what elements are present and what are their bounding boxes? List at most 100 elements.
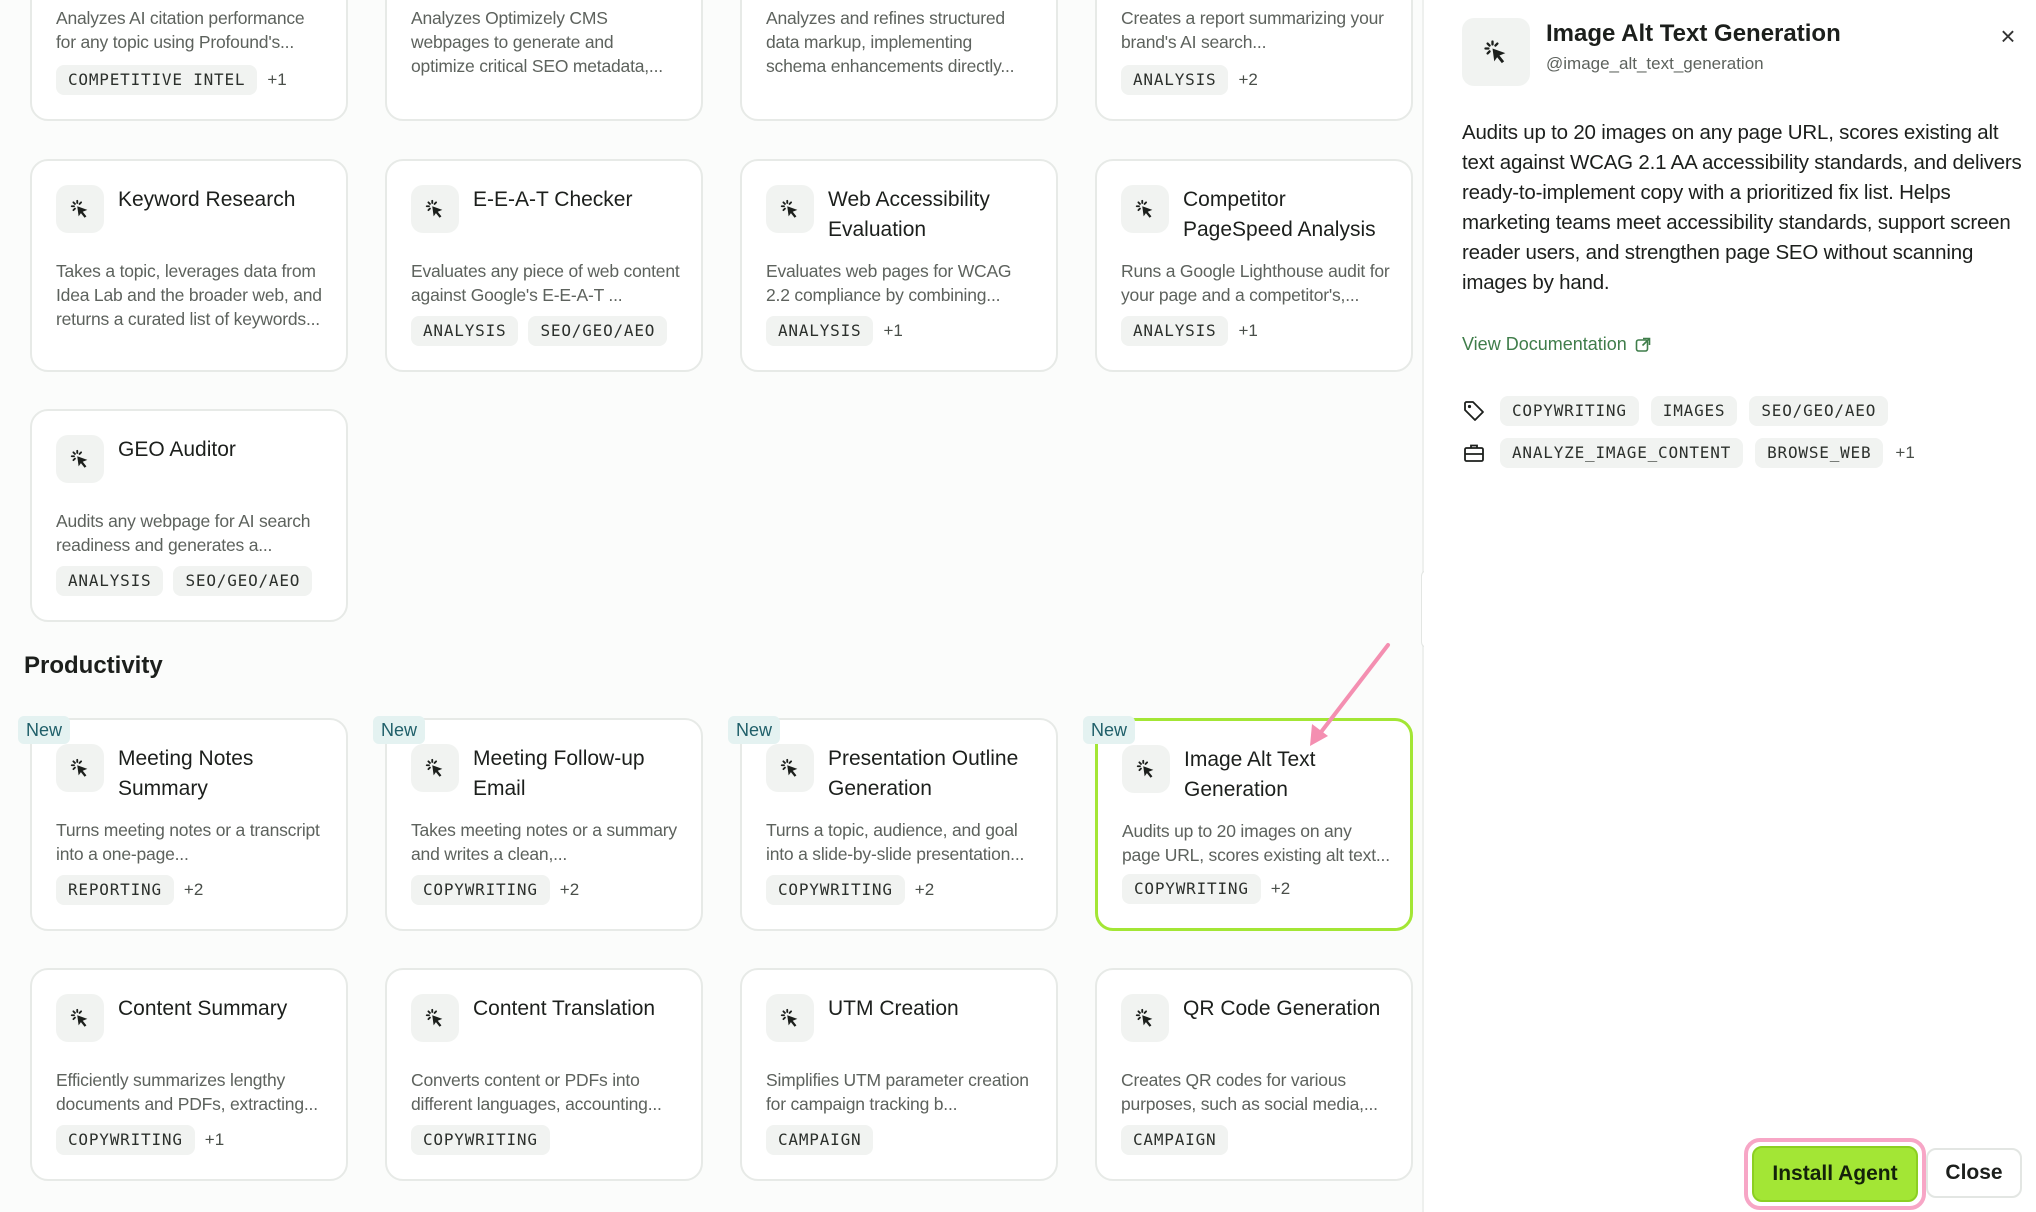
- card-description: Converts content or PDFs into different …: [411, 1070, 662, 1114]
- card-title: E-E-A-T Checker: [473, 188, 633, 211]
- tag: ANALYSIS: [1121, 65, 1229, 95]
- card-title: Content Summary: [118, 997, 288, 1020]
- agent-card[interactable]: Creates a report summarizing your brand'…: [1095, 0, 1413, 121]
- card-tags: COPYWRITING: [411, 1125, 550, 1155]
- agent-card-web-accessibility[interactable]: Web Accessibility Evaluation Evaluates w…: [740, 159, 1058, 372]
- tag: ANALYSIS: [56, 566, 164, 596]
- more-tags-count: +1: [267, 70, 287, 89]
- install-agent-button[interactable]: Install Agent: [1752, 1146, 1918, 1202]
- new-badge: New: [18, 716, 71, 744]
- panel-title: Image Alt Text Generation: [1546, 20, 1841, 47]
- card-title: Meeting Notes Summary: [118, 747, 254, 800]
- card-tags: ANALYSIS +2: [1121, 65, 1258, 95]
- card-tags: COPYWRITING +1: [56, 1125, 224, 1155]
- card-description: Audits any webpage for AI search readine…: [56, 511, 311, 555]
- close-button[interactable]: Close: [1926, 1148, 2022, 1198]
- panel-tools-row: ANALYZE_IMAGE_CONTENT BROWSE_WEB +1: [1462, 438, 1915, 468]
- card-description: Takes meeting notes or a summary and wri…: [411, 820, 677, 864]
- sparkle-cursor-icon: [1462, 18, 1530, 86]
- tag: COPYWRITING: [1500, 396, 1639, 426]
- external-link-icon: [1635, 337, 1651, 352]
- card-title: QR Code Generation: [1183, 997, 1381, 1020]
- tool-tag: BROWSE_WEB: [1755, 438, 1884, 468]
- more-tags-count: +1: [883, 321, 903, 340]
- card-title: Content Translation: [473, 997, 656, 1020]
- agent-card[interactable]: Analyzes and refines structured data mar…: [740, 0, 1058, 121]
- tag: ANALYSIS: [1121, 316, 1229, 346]
- tag: CAMPAIGN: [1121, 1125, 1229, 1155]
- card-description: Simplifies UTM parameter creation for ca…: [766, 1070, 1029, 1114]
- card-title: Meeting Follow-up Email: [473, 747, 645, 800]
- agent-card-presentation-outline[interactable]: Presentation Outline Generation Turns a …: [740, 718, 1058, 931]
- card-tags: CAMPAIGN: [1121, 1125, 1229, 1155]
- tag: ANALYSIS: [411, 316, 519, 346]
- agent-card-keyword-research[interactable]: Keyword Research Takes a topic, leverage…: [30, 159, 348, 372]
- card-tags: ANALYSIS +1: [1121, 316, 1258, 346]
- agent-card-geo-auditor[interactable]: GEO Auditor Audits any webpage for AI se…: [30, 409, 348, 622]
- more-tags-count: +2: [1270, 879, 1291, 898]
- card-description: Analyzes and refines structured data mar…: [766, 8, 1015, 76]
- card-tags: COPYWRITING +2: [1122, 874, 1290, 904]
- tag: COPYWRITING: [411, 1125, 550, 1155]
- tag: IMAGES: [1650, 396, 1738, 426]
- sparkle-cursor-icon: [1121, 994, 1169, 1042]
- agent-card-utm-creation[interactable]: UTM Creation Simplifies UTM parameter cr…: [740, 968, 1058, 1181]
- new-badge: New: [373, 716, 426, 744]
- card-description: Turns a topic, audience, and goal into a…: [766, 820, 1025, 864]
- sparkle-cursor-icon: [1122, 745, 1170, 793]
- more-tags-count: +2: [1238, 70, 1258, 89]
- tool-tag: ANALYZE_IMAGE_CONTENT: [1500, 438, 1744, 468]
- panel-tags-row: COPYWRITING IMAGES SEO/GEO/AEO: [1462, 396, 1889, 426]
- pointer-arrow-icon: [1310, 643, 1390, 746]
- new-badge: New: [1083, 716, 1136, 744]
- tag: SEO/GEO/AEO: [173, 566, 313, 596]
- card-description: Evaluates any piece of web content again…: [411, 261, 680, 305]
- new-badge: New: [728, 716, 781, 744]
- agent-card[interactable]: Analyzes Optimizely CMS webpages to gene…: [385, 0, 703, 121]
- card-title: GEO Auditor: [118, 438, 236, 461]
- card-title: Image Alt Text Generation: [1184, 748, 1316, 801]
- agent-card-meeting-follow-up[interactable]: Meeting Follow-up Email Takes meeting no…: [385, 718, 703, 931]
- sparkle-cursor-icon: [56, 185, 104, 233]
- tag: COPYWRITING: [766, 875, 905, 905]
- more-tags-count: +2: [559, 880, 580, 899]
- agent-handle: @image_alt_text_generation: [1546, 54, 1764, 73]
- card-title: Web Accessibility Evaluation: [828, 188, 990, 241]
- agent-card-qr-code[interactable]: QR Code Generation Creates QR codes for …: [1095, 968, 1413, 1181]
- panel-description: Audits up to 20 images on any page URL, …: [1462, 121, 2022, 294]
- tag-icon: [1462, 399, 1486, 423]
- close-icon[interactable]: ×: [1994, 21, 2022, 51]
- more-tags-count: +1: [1238, 321, 1258, 340]
- card-description: Evaluates web pages for WCAG 2.2 complia…: [766, 261, 1012, 305]
- tag: SEO/GEO/AEO: [528, 316, 668, 346]
- sparkle-cursor-icon: [766, 185, 814, 233]
- card-description: Turns meeting notes or a transcript into…: [56, 820, 320, 864]
- tag: COPYWRITING: [56, 1125, 195, 1155]
- agent-detail-panel: Image Alt Text Generation @image_alt_tex…: [1424, 0, 2036, 1212]
- card-description: Takes a topic, leverages data from Idea …: [56, 261, 322, 329]
- card-tags: REPORTING +2: [56, 875, 203, 905]
- tag: COPYWRITING: [411, 875, 550, 905]
- view-documentation-link[interactable]: View Documentation: [1462, 334, 1651, 355]
- toolbox-icon: [1462, 441, 1486, 465]
- card-title: UTM Creation: [828, 997, 959, 1020]
- agent-gallery: Analyzes AI citation performance for any…: [0, 0, 1422, 1212]
- card-tags: COPYWRITING +2: [766, 875, 934, 905]
- agent-card-competitor-pagespeed[interactable]: Competitor PageSpeed Analysis Runs a Goo…: [1095, 159, 1413, 372]
- agent-card-content-summary[interactable]: Content Summary Efficiently summarizes l…: [30, 968, 348, 1181]
- agent-card-meeting-notes[interactable]: Meeting Notes Summary Turns meeting note…: [30, 718, 348, 931]
- card-description: Creates a report summarizing your brand'…: [1121, 8, 1384, 52]
- card-tags: ANALYSIS SEO/GEO/AEO: [56, 566, 313, 596]
- card-tags: COPYWRITING +2: [411, 875, 579, 905]
- sparkle-cursor-icon: [411, 744, 459, 792]
- agent-card[interactable]: Analyzes AI citation performance for any…: [30, 0, 348, 121]
- sparkle-cursor-icon: [56, 744, 104, 792]
- card-tags: COMPETITIVE INTEL +1: [56, 65, 287, 95]
- agent-card-eeat-checker[interactable]: E-E-A-T Checker Evaluates any piece of w…: [385, 159, 703, 372]
- card-description: Efficiently summarizes lengthy documents…: [56, 1070, 318, 1114]
- agent-card-content-translation[interactable]: Content Translation Converts content or …: [385, 968, 703, 1181]
- card-description: Audits up to 20 images on any page URL, …: [1122, 821, 1390, 865]
- sparkle-cursor-icon: [411, 185, 459, 233]
- card-description: Analyzes AI citation performance for any…: [56, 8, 305, 52]
- sparkle-cursor-icon: [56, 994, 104, 1042]
